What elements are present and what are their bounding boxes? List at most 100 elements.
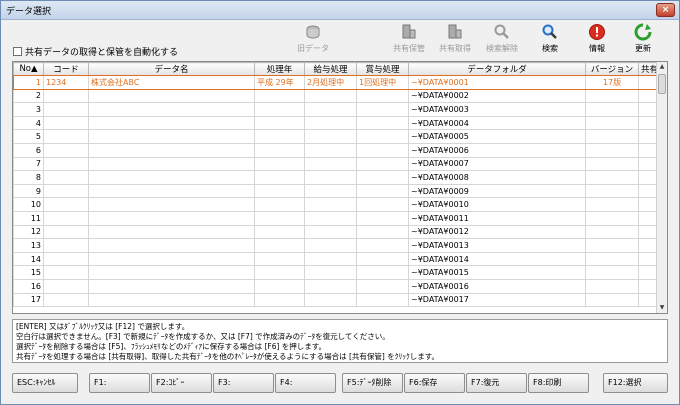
- cell-year: [254, 129, 305, 144]
- cell-no: 9: [13, 183, 44, 199]
- cell-name: [88, 238, 255, 253]
- table-row[interactable]: 15 ~¥DATA¥0015: [13, 265, 659, 280]
- col-header-bonus[interactable]: 賞与処理: [356, 62, 409, 76]
- cell-folder: ~¥DATA¥0013: [408, 238, 586, 253]
- cell-code: [43, 265, 89, 280]
- info-button[interactable]: 情報: [575, 23, 619, 59]
- cell-year: [254, 183, 305, 199]
- cell-name: [88, 142, 255, 158]
- col-header-salary[interactable]: 給与処理: [304, 62, 357, 76]
- cell-year: [254, 251, 305, 267]
- cell-folder: ~¥DATA¥0005: [408, 129, 586, 144]
- vertical-scrollbar[interactable]: ▲ ▼: [656, 62, 667, 313]
- table-row[interactable]: 11 ~¥DATA¥0011: [13, 210, 659, 226]
- cell-year: [254, 197, 305, 212]
- scroll-thumb[interactable]: [658, 74, 666, 94]
- cell-no: 11: [13, 210, 44, 226]
- f12-select-button[interactable]: F12:選択: [603, 373, 668, 393]
- cell-version: [585, 156, 639, 172]
- f3-button[interactable]: F3:: [213, 373, 274, 393]
- cell-salary: 2月処理中: [304, 75, 357, 90]
- cell-no: 2: [13, 88, 44, 104]
- cell-name: [88, 156, 255, 172]
- scroll-down-icon[interactable]: ▼: [657, 303, 667, 313]
- old-data-button[interactable]: 旧データ: [291, 23, 335, 59]
- cell-no: 7: [13, 156, 44, 172]
- cell-folder: ~¥DATA¥0006: [408, 142, 586, 158]
- cell-name: [88, 88, 255, 104]
- col-header-no[interactable]: No▲: [13, 62, 44, 76]
- f5-delete-button[interactable]: F5:ﾃﾞｰﾀ削除: [342, 373, 403, 393]
- grid-body: 1 1234 株式会社ABC 平成 29年 2月処理中 1回処理中 ~¥DATA¥0001 1…: [13, 74, 660, 308]
- table-row[interactable]: 16 ~¥DATA¥0016: [13, 278, 659, 294]
- table-row[interactable]: 8 ~¥DATA¥0008: [13, 170, 659, 185]
- table-row[interactable]: 12 ~¥DATA¥0012: [13, 224, 659, 240]
- col-header-folder[interactable]: データフォルダ: [408, 62, 586, 76]
- table-row[interactable]: 13 ~¥DATA¥0013: [13, 238, 659, 253]
- shared-store-label: 共有保管: [393, 44, 425, 53]
- table-row[interactable]: 14 ~¥DATA¥0014: [13, 251, 659, 267]
- cell-name: [88, 224, 255, 240]
- f1-button[interactable]: F1:: [89, 373, 150, 393]
- col-header-name[interactable]: データ名: [88, 62, 255, 76]
- cell-name: [88, 278, 255, 294]
- cell-no: 1: [13, 75, 44, 90]
- cell-salary: [304, 210, 357, 226]
- shared-store-button[interactable]: 共有保管: [387, 23, 431, 59]
- f4-button[interactable]: F4:: [275, 373, 336, 393]
- cell-folder: ~¥DATA¥0015: [408, 265, 586, 280]
- help-line: 空白行は選択できません。[F3] で新規にﾃﾞｰﾀを作成するか、又は [F7] …: [16, 332, 390, 341]
- table-row[interactable]: 6 ~¥DATA¥0006: [13, 142, 659, 158]
- f6-save-button[interactable]: F6:保存: [404, 373, 465, 393]
- cell-version: [585, 129, 639, 144]
- cell-year: [254, 170, 305, 185]
- cell-folder: ~¥DATA¥0012: [408, 224, 586, 240]
- table-row[interactable]: 7 ~¥DATA¥0007: [13, 156, 659, 172]
- table-row[interactable]: 9 ~¥DATA¥0009: [13, 183, 659, 199]
- cell-folder: ~¥DATA¥0011: [408, 210, 586, 226]
- cell-version: [585, 278, 639, 294]
- cell-no: 12: [13, 224, 44, 240]
- f8-print-button[interactable]: F8:印刷: [528, 373, 589, 393]
- function-key-bar: ESC:ｷｬﾝｾﾙ F1: F2:ｺﾋﾟｰ F3: F4: F5:ﾃﾞｰﾀ削除 …: [1, 373, 679, 395]
- cell-salary: [304, 292, 357, 308]
- table-row[interactable]: 1 1234 株式会社ABC 平成 29年 2月処理中 1回処理中 ~¥DATA¥0001 1…: [13, 74, 660, 91]
- auto-sync-checkbox[interactable]: [13, 47, 22, 56]
- search-clear-button[interactable]: 検索解除: [480, 23, 524, 59]
- cell-code: [43, 88, 89, 104]
- f2-copy-button[interactable]: F2:ｺﾋﾟｰ: [151, 373, 212, 393]
- col-header-code[interactable]: コード: [43, 62, 89, 76]
- table-row[interactable]: 4 ~¥DATA¥0004: [13, 115, 659, 131]
- search-button[interactable]: 検索: [528, 23, 572, 59]
- refresh-button[interactable]: 更新: [621, 23, 665, 59]
- table-row[interactable]: 10 ~¥DATA¥0010: [13, 197, 659, 212]
- cell-salary: [304, 156, 357, 172]
- cell-name: 株式会社ABC: [88, 75, 255, 90]
- f7-restore-button[interactable]: F7:復元: [466, 373, 527, 393]
- cell-code: [43, 197, 89, 212]
- col-header-version[interactable]: バージョン: [585, 62, 639, 76]
- cell-salary: [304, 238, 357, 253]
- cell-year: [254, 224, 305, 240]
- cell-salary: [304, 170, 357, 185]
- search-icon: [541, 23, 559, 41]
- shared-get-button[interactable]: 共有取得: [433, 23, 477, 59]
- cell-name: [88, 102, 255, 117]
- cell-year: [254, 292, 305, 308]
- table-row[interactable]: 2 ~¥DATA¥0002: [13, 88, 659, 104]
- cell-bonus: [356, 142, 409, 158]
- cell-bonus: 1回処理中: [356, 75, 409, 90]
- esc-cancel-button[interactable]: ESC:ｷｬﾝｾﾙ: [12, 373, 78, 393]
- cell-folder: ~¥DATA¥0008: [408, 170, 586, 185]
- cell-year: [254, 156, 305, 172]
- data-grid[interactable]: No▲ コード データ名 処理年 給与処理 賞与処理 データフォルダ バージョン…: [12, 61, 668, 314]
- table-row[interactable]: 3 ~¥DATA¥0003: [13, 102, 659, 117]
- cell-salary: [304, 88, 357, 104]
- col-header-year[interactable]: 処理年: [254, 62, 305, 76]
- auto-sync-option[interactable]: 共有データの取得と保管を自動化する: [13, 45, 178, 58]
- table-row[interactable]: 17 ~¥DATA¥0017: [13, 292, 659, 308]
- close-button[interactable]: ×: [656, 3, 675, 17]
- old-data-label: 旧データ: [297, 44, 329, 53]
- scroll-up-icon[interactable]: ▲: [657, 62, 667, 72]
- table-row[interactable]: 5 ~¥DATA¥0005: [13, 129, 659, 144]
